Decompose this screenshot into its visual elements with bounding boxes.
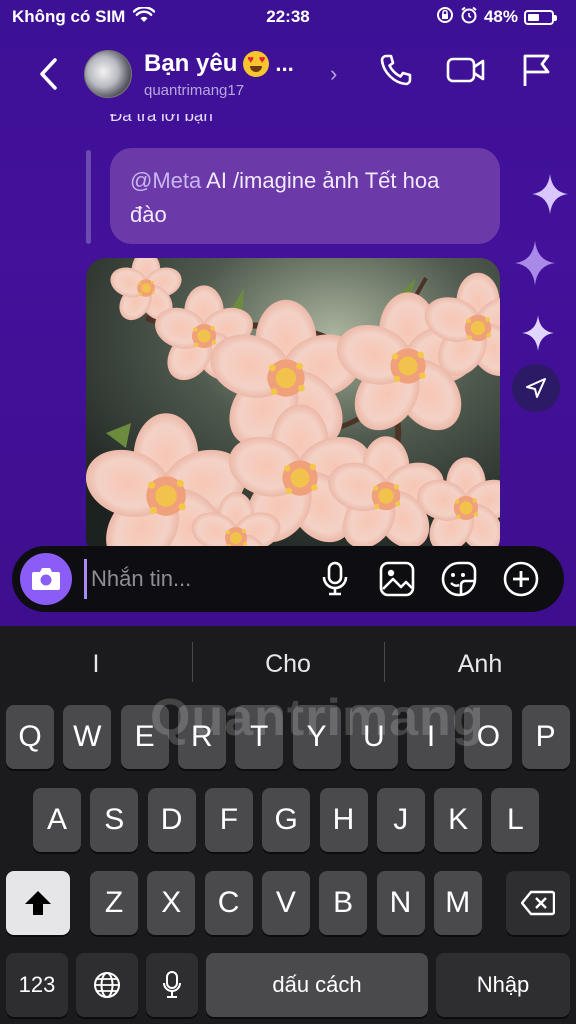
return-key[interactable]: Nhập [436,953,570,1017]
key-s[interactable]: S [90,788,139,852]
key-p[interactable]: P [521,705,570,769]
delete-key[interactable] [506,871,570,935]
meta-mention: @Meta [130,168,202,193]
key-row-4: 123 dấu cách Nhập [0,953,576,1017]
message-composer [12,546,564,612]
wifi-icon [132,5,156,28]
key-a[interactable]: A [33,788,81,852]
flag-icon [523,54,550,86]
heart-eyes-emoji-icon [243,50,270,77]
microphone-icon [163,971,181,998]
contact-name: Bạn yêu [144,49,238,77]
suggestion-item[interactable]: Anh [384,641,576,682]
contact-info[interactable]: Bạn yêu ... quantrimang17 [144,50,324,99]
video-call-button[interactable] [444,48,488,92]
orientation-lock-icon [436,6,454,29]
name-ellipsis: ... [275,50,294,76]
key-h[interactable]: H [319,788,368,852]
camera-icon [32,568,60,590]
numbers-key[interactable]: 123 [6,953,68,1017]
voice-message-button[interactable] [314,558,356,600]
shift-key[interactable] [6,871,70,935]
sticker-button[interactable] [438,558,480,600]
key-n[interactable]: N [376,871,425,935]
quoted-message-bubble[interactable]: @Meta AI /imagine ảnh Tết hoa đào [110,148,500,244]
generated-flower-image[interactable] [86,258,500,558]
battery-percent: 48% [483,7,518,26]
status-bar: Không có SIM 22:38 48% [0,0,576,34]
conversation-header: Bạn yêu ... quantrimang17 › [0,38,576,110]
message-input[interactable] [84,559,294,599]
key-y[interactable]: Y [292,705,341,769]
key-d[interactable]: D [147,788,196,852]
voice-call-button[interactable] [374,48,418,92]
key-row-3: ZXCVBNM [0,871,576,935]
chevron-left-icon [40,58,57,90]
alarm-icon [460,6,478,29]
battery-level [528,13,539,21]
key-t[interactable]: T [235,705,284,769]
contact-avatar[interactable] [84,50,132,98]
battery-icon [524,9,557,25]
contact-username: quantrimang17 [144,81,245,99]
send-arrow-icon [526,378,546,398]
more-options-button[interactable] [500,558,542,600]
video-camera-icon [446,57,485,83]
key-x[interactable]: X [147,871,196,935]
key-v[interactable]: V [261,871,310,935]
globe-key[interactable] [76,953,138,1017]
key-c[interactable]: C [204,871,253,935]
key-b[interactable]: B [319,871,368,935]
camera-button[interactable] [20,553,72,605]
microphone-icon [322,561,348,596]
plus-circle-icon [503,561,539,597]
sparkle-icon [522,314,554,357]
key-k[interactable]: K [434,788,483,852]
globe-icon [94,972,120,998]
space-key[interactable]: dấu cách [206,953,428,1017]
back-button[interactable] [18,44,78,104]
sticker-icon [441,561,477,597]
key-row-2: ASDFGHJKL [0,788,576,852]
key-i[interactable]: I [407,705,456,769]
key-g[interactable]: G [262,788,311,852]
phone-icon [380,54,412,86]
sparkle-icon [515,240,555,291]
key-j[interactable]: J [376,788,425,852]
key-o[interactable]: O [464,705,513,769]
carrier-label: Không có SIM [12,7,126,26]
key-row-1: QWERTYUIOP [0,705,576,769]
key-z[interactable]: Z [90,871,138,935]
quote-bar [86,150,91,244]
share-button[interactable] [512,364,560,412]
report-button[interactable] [514,48,558,92]
key-q[interactable]: Q [6,705,54,769]
gallery-button[interactable] [376,558,418,600]
key-l[interactable]: L [491,788,540,852]
chevron-right-icon: › [330,61,338,86]
shift-arrow-icon [25,891,51,915]
key-f[interactable]: F [204,788,253,852]
key-w[interactable]: W [63,705,112,769]
dictation-key[interactable] [146,953,198,1017]
suggestion-item[interactable]: Cho [192,641,384,682]
sparkle-icon [532,174,568,219]
key-r[interactable]: R [177,705,226,769]
suggestion-item[interactable]: I [0,650,192,679]
key-m[interactable]: M [433,871,482,935]
suggestion-bar: I Cho Anh [0,626,576,702]
backspace-icon [521,890,555,916]
image-icon [379,561,415,597]
chat-background: Không có SIM 22:38 48% Bạn yêu ♥ ♥ ... q… [0,0,576,626]
key-u[interactable]: U [349,705,398,769]
key-e[interactable]: E [120,705,169,769]
